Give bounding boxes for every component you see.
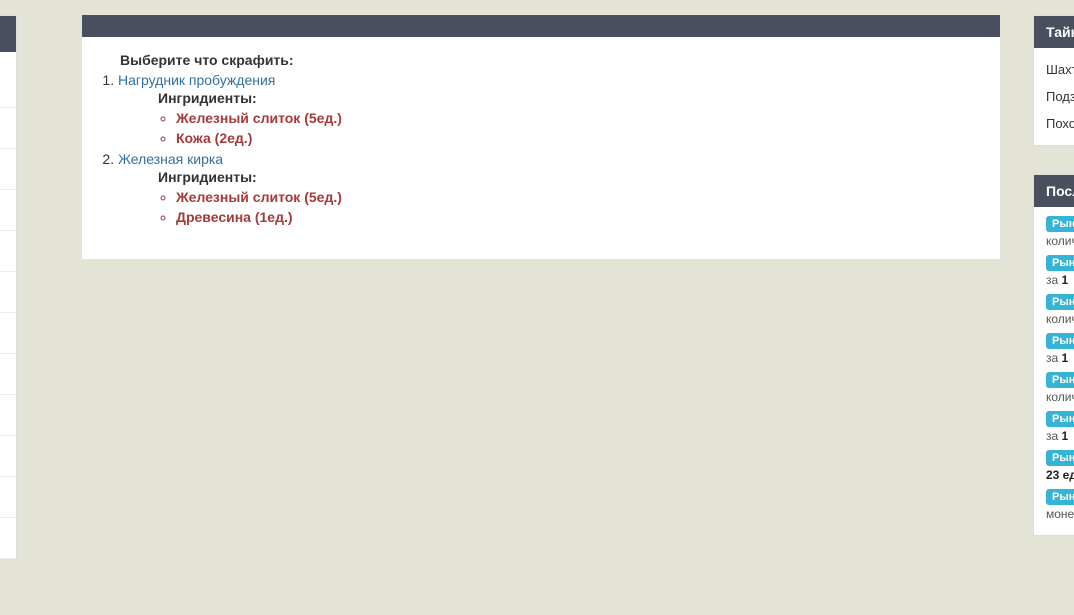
market-badge: Рынок (1046, 333, 1074, 349)
stash-panel-body: Шахта Подземелье Поход (1034, 48, 1074, 145)
market-badge: Рынок (1046, 216, 1074, 232)
market-badge: Рынок (1046, 255, 1074, 271)
market-badge: Рынок (1046, 294, 1074, 310)
market-badge: Рынок (1046, 450, 1074, 466)
crafting-card: Выберите что скрафить: Нагрудник пробужд… (82, 15, 1000, 259)
events-panel: Последние события Рынок количество Рынок… (1033, 174, 1074, 536)
market-badge: Рынок (1046, 411, 1074, 427)
feed-text: 23 ед. (1046, 468, 1074, 482)
ingredients-label: Ингридиенты: (158, 169, 980, 185)
feed-text: количество (1046, 234, 1074, 248)
recipe-item: Железная кирка Ингридиенты: Железный сли… (118, 151, 980, 228)
left-sidebar (0, 15, 17, 560)
ingredient-item: Железный слиток (5ед.) (176, 108, 980, 128)
crafting-card-header (82, 15, 1000, 37)
left-sidebar-list (0, 52, 16, 559)
list-item[interactable] (0, 313, 16, 354)
list-item[interactable] (0, 436, 16, 477)
list-item[interactable] (0, 108, 16, 149)
stash-panel: Тайники Шахта Подземелье Поход (1033, 15, 1074, 146)
stash-panel-title: Тайники (1034, 16, 1074, 48)
stash-link[interactable]: Поход (1046, 110, 1074, 137)
recipe-link[interactable]: Нагрудник пробуждения (118, 72, 275, 88)
feed-text: количество (1046, 312, 1074, 326)
list-item[interactable] (0, 272, 16, 313)
ingredient-item: Древесина (1ед.) (176, 207, 980, 227)
feed-text: за 1 (1046, 351, 1074, 365)
market-badge: Рынок (1046, 489, 1074, 505)
list-item[interactable] (0, 67, 16, 108)
left-sidebar-header (0, 16, 16, 52)
crafting-card-body: Выберите что скрафить: Нагрудник пробужд… (82, 37, 1000, 259)
feed-text: за 1 (1046, 429, 1074, 443)
feed-text: количество (1046, 390, 1074, 404)
list-item[interactable] (0, 231, 16, 272)
list-item[interactable] (0, 354, 16, 395)
list-item[interactable] (0, 395, 16, 436)
feed-text: монет (1046, 507, 1074, 521)
recipe-link[interactable]: Железная кирка (118, 151, 223, 167)
ingredients-label: Ингридиенты: (158, 90, 980, 106)
stash-link[interactable]: Шахта (1046, 56, 1074, 83)
events-panel-body: Рынок количество Рынок за 1 Рынок количе… (1034, 207, 1074, 535)
recipe-list: Нагрудник пробуждения Ингридиенты: Желез… (102, 72, 980, 227)
ingredient-item: Железный слиток (5ед.) (176, 187, 980, 207)
recipe-item: Нагрудник пробуждения Ингридиенты: Желез… (118, 72, 980, 149)
crafting-heading: Выберите что скрафить: (120, 52, 980, 68)
right-column: Тайники Шахта Подземелье Поход Последние… (1033, 15, 1074, 564)
events-panel-title: Последние события (1034, 175, 1074, 207)
market-badge: Рынок (1046, 372, 1074, 388)
list-item[interactable] (0, 149, 16, 190)
ingredient-list: Железный слиток (5ед.) Кожа (2ед.) (158, 108, 980, 149)
list-item[interactable] (0, 477, 16, 518)
ingredient-item: Кожа (2ед.) (176, 128, 980, 148)
list-item[interactable] (0, 190, 16, 231)
feed-text: за 1 (1046, 273, 1074, 287)
ingredient-list: Железный слиток (5ед.) Древесина (1ед.) (158, 187, 980, 228)
list-item[interactable] (0, 518, 16, 559)
stash-link[interactable]: Подземелье (1046, 83, 1074, 110)
